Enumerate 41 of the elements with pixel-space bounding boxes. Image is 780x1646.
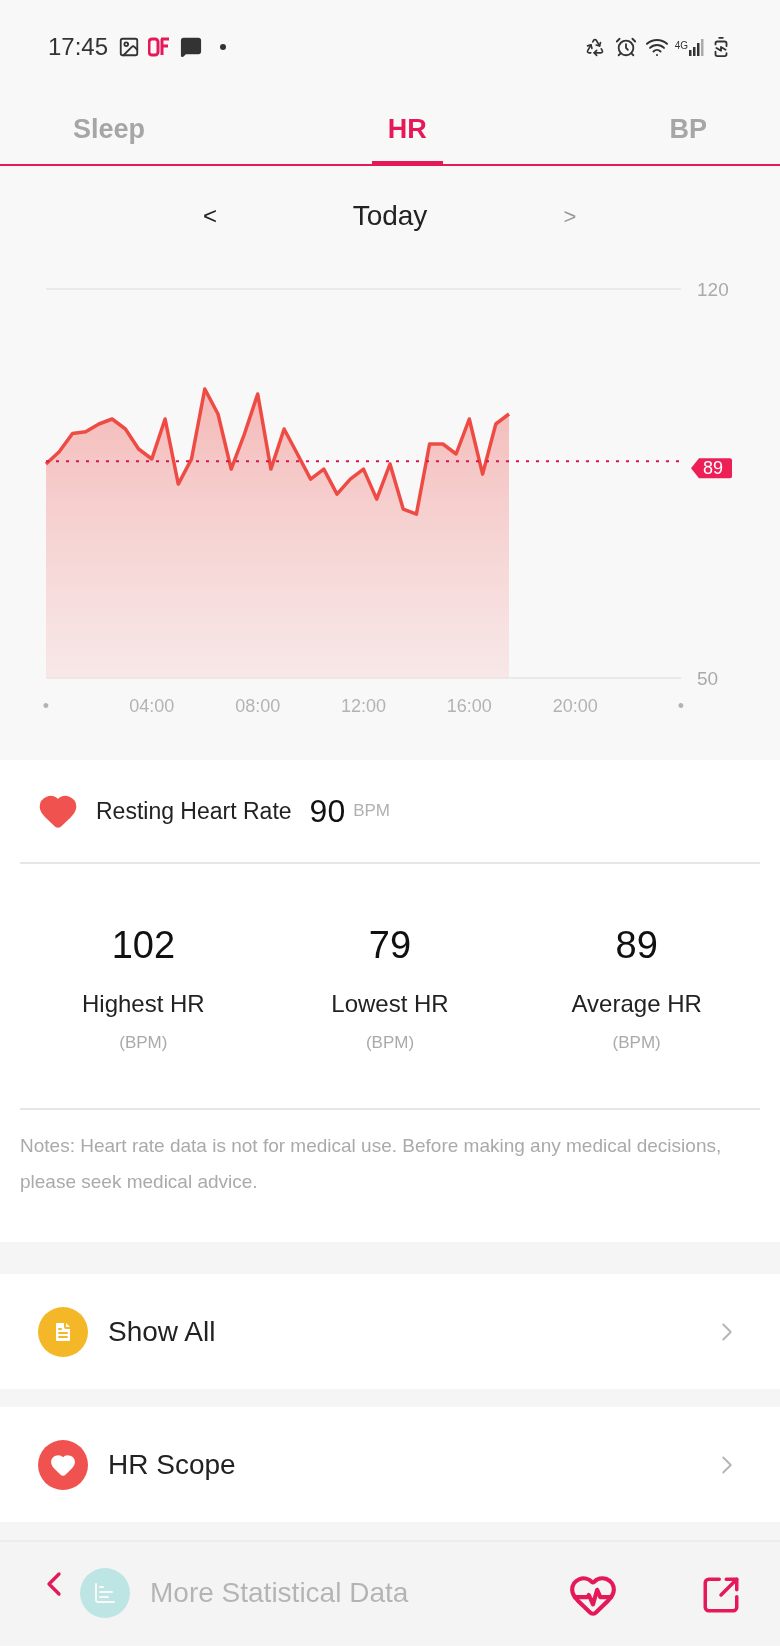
stat-label: Highest HR (81, 988, 205, 1019)
previous-day-button[interactable]: < (180, 198, 240, 234)
resting-heart-rate-unit: BPM (353, 800, 391, 823)
resting-heart-rate-label: Resting Heart Rate (96, 796, 292, 826)
y-axis-label: 120 (697, 279, 729, 300)
network-type: 4G (674, 39, 688, 53)
signal-icon (688, 38, 704, 56)
y-axis-label: 50 (697, 668, 719, 689)
x-axis-label: • (677, 696, 685, 716)
chart-icon (80, 1568, 130, 1618)
x-axis-label: 08:00 (235, 696, 281, 716)
x-axis-label: • (42, 696, 50, 716)
date-label: Today (351, 199, 429, 233)
average-value: 89 (703, 458, 723, 479)
stat-value: 89 (615, 922, 658, 968)
alarm-icon (614, 36, 637, 58)
stat-unit: (BPM) (119, 1031, 168, 1054)
app-icon (148, 37, 171, 57)
document-icon (38, 1306, 88, 1357)
x-axis-label: 16:00 (446, 696, 492, 716)
stat-label: Lowest HR (331, 988, 449, 1019)
x-axis-label: 12:00 (341, 696, 386, 716)
stat-label: Average HR (571, 988, 702, 1019)
status-time: 17:45 (48, 32, 109, 62)
tab[interactable]: HR (371, 98, 443, 166)
stat-unit: (BPM) (365, 1031, 415, 1054)
menu-item[interactable]: Show All (0, 1274, 780, 1389)
stat-value: 102 (111, 922, 176, 968)
notes-text: Notes: Heart rate data is not for medical use. Before making any medical decisions, please seek medical advice. (20, 1134, 723, 1194)
next-day-button[interactable]: > (540, 199, 600, 233)
tab[interactable]: Sleep (57, 98, 162, 166)
stat-value: 79 (368, 922, 412, 968)
stat-unit: (BPM) (612, 1031, 661, 1054)
resting-heart-rate-value: 90 (309, 792, 346, 831)
gallery-icon (118, 36, 141, 58)
message-icon (180, 36, 203, 58)
average-badge (691, 458, 732, 479)
menu-item[interactable]: HR Scope (0, 1407, 780, 1522)
x-axis-label: 20:00 (552, 696, 598, 716)
tab[interactable]: BP (653, 98, 723, 166)
x-axis-label: 04:00 (129, 696, 175, 716)
